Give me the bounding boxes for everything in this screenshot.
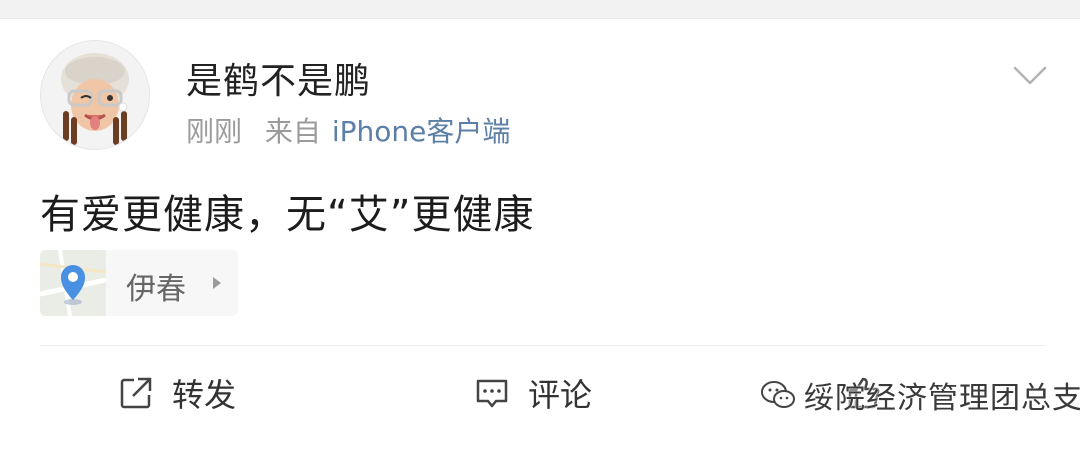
comment-button[interactable]: 评论 bbox=[474, 372, 592, 414]
share-icon bbox=[120, 377, 152, 409]
source-client-link[interactable]: iPhone客户端 bbox=[332, 115, 511, 148]
comment-icon bbox=[476, 379, 508, 408]
wechat-icon bbox=[761, 381, 795, 408]
wechat-watermark: 绥院经济管理团总支 bbox=[760, 370, 1080, 420]
forward-button[interactable]: 转发 bbox=[118, 372, 236, 414]
forward-label: 转发 bbox=[172, 376, 237, 414]
divider bbox=[40, 345, 1046, 346]
top-bar bbox=[0, 0, 1080, 19]
location-pin-icon bbox=[40, 250, 106, 316]
chevron-down-icon[interactable] bbox=[1012, 64, 1048, 88]
triangle-right-icon bbox=[213, 277, 221, 289]
location-chip[interactable]: 伊春 bbox=[40, 250, 238, 316]
comment-label: 评论 bbox=[528, 376, 593, 414]
username[interactable]: 是鹤不是鹏 bbox=[186, 52, 371, 104]
post-content: 有爱更健康，无“艾”更健康 bbox=[40, 192, 535, 238]
location-name: 伊春 bbox=[126, 272, 186, 307]
watermark-text: 绥院经济管理团总支 bbox=[804, 381, 1080, 416]
post-time: 刚刚 bbox=[186, 115, 243, 148]
post-meta: 刚刚 来自 iPhone客户端 bbox=[186, 110, 510, 150]
source-prefix: 来自 bbox=[264, 115, 321, 148]
user-avatar[interactable] bbox=[40, 40, 150, 150]
memoji-avatar-icon bbox=[61, 53, 129, 145]
